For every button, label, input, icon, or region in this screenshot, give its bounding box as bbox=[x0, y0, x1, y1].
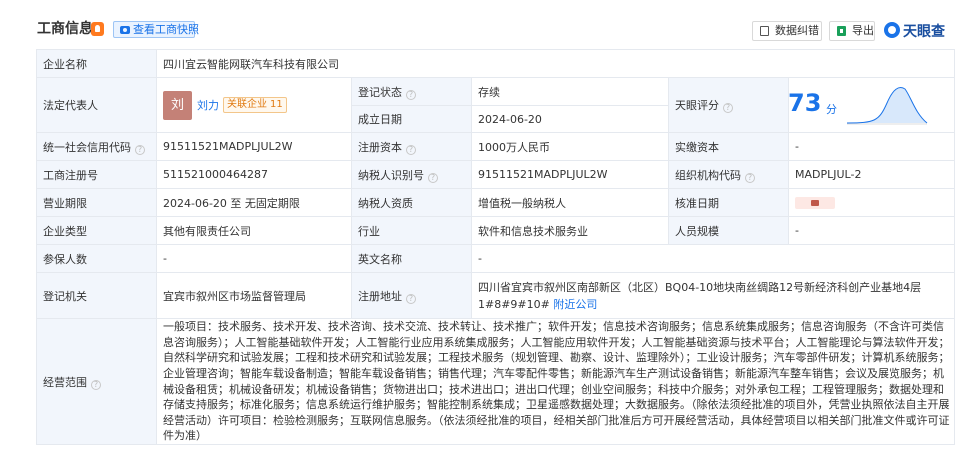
distribution-area bbox=[847, 87, 927, 123]
export-label: 导出 bbox=[852, 24, 874, 37]
correction-icon bbox=[760, 26, 769, 36]
view-snapshot-label: 查看工商快照 bbox=[133, 23, 199, 36]
org-code-key: 组织机构代码? bbox=[668, 160, 789, 189]
reg-address-label: 注册地址 bbox=[358, 289, 402, 303]
founded-key: 成立日期 bbox=[351, 105, 472, 133]
reg-capital-value: 1000万人民币 bbox=[471, 132, 669, 161]
industry-value: 软件和信息技术服务业 bbox=[471, 216, 669, 245]
company-name-key: 企业名称 bbox=[36, 49, 157, 78]
help-icon[interactable]: ? bbox=[406, 89, 416, 100]
reg-address-text: 四川省宜宾市叙州区南部新区（北区）BQ04-10地块南丝绸路12号新经济科创产业… bbox=[478, 280, 922, 311]
table-row: 统一社会信用代码? 91511521MADPLJUL2W 注册资本? 1000万… bbox=[36, 132, 956, 161]
reg-capital-key: 注册资本? bbox=[351, 132, 472, 161]
data-correction-label: 数据纠错 bbox=[775, 24, 819, 37]
score-unit: 分 bbox=[826, 102, 837, 116]
insured-value: - bbox=[156, 244, 352, 273]
biz-scope-value: 一般项目：技术服务、技术开发、技术咨询、技术交流、技术转让、技术推广；软件开发；… bbox=[155, 318, 956, 445]
section-title: 工商信息 bbox=[37, 21, 93, 37]
staff-size-key: 人员规模 bbox=[668, 216, 789, 245]
approval-date-key: 核准日期 bbox=[668, 188, 789, 217]
score-distribution-chart bbox=[846, 86, 928, 124]
related-companies-label: 关联企业 bbox=[227, 99, 267, 110]
taxpayer-id-value: 91511521MADPLJUL2W bbox=[471, 160, 669, 189]
english-name-value: - bbox=[470, 244, 956, 273]
help-icon[interactable]: ? bbox=[723, 103, 733, 113]
data-correction-button[interactable]: 数据纠错 bbox=[752, 21, 822, 41]
founded-value: 2024-06-20 bbox=[471, 105, 669, 133]
help-icon[interactable]: ? bbox=[428, 172, 438, 183]
company-type-key: 企业类型 bbox=[36, 216, 157, 245]
tianyan-score-cell[interactable]: 73 分 bbox=[787, 77, 956, 133]
industry-key: 行业 bbox=[351, 216, 472, 245]
approval-date-value[interactable] bbox=[787, 188, 956, 217]
section-header: 工商信息 查看工商快照 数据纠错 导出 天眼查 bbox=[0, 0, 961, 48]
biz-scope-label: 经营范围 bbox=[43, 375, 87, 389]
legal-rep-name-link[interactable]: 刘力 bbox=[197, 99, 219, 112]
reg-capital-label: 注册资本 bbox=[358, 140, 402, 154]
related-companies-tag[interactable]: 关联企业 11 bbox=[223, 97, 287, 113]
export-button[interactable]: 导出 bbox=[829, 21, 875, 41]
table-row: 企业类型 其他有限责任公司 行业 软件和信息技术服务业 人员规模 - bbox=[36, 216, 956, 245]
help-icon[interactable]: ? bbox=[135, 144, 145, 155]
reg-address-value: 四川省宜宾市叙州区南部新区（北区）BQ04-10地块南丝绸路12号新经济科创产业… bbox=[470, 272, 956, 319]
tianyan-score-label: 天眼评分 bbox=[675, 99, 719, 112]
taxpayer-qual-value: 增值税一般纳税人 bbox=[471, 188, 669, 217]
avatar[interactable]: 刘 bbox=[163, 90, 192, 120]
company-type-value: 其他有限责任公司 bbox=[156, 216, 352, 245]
business-info-table: 企业名称 四川宜云智能网联汽车科技有限公司 法定代表人 刘刘力 关联企业 11 登记… bbox=[36, 49, 956, 445]
taxpayer-id-key: 纳税人识别号? bbox=[351, 160, 472, 189]
help-icon[interactable]: ? bbox=[91, 379, 101, 390]
help-icon[interactable]: ? bbox=[406, 144, 416, 155]
view-snapshot-button[interactable]: 查看工商快照 bbox=[113, 21, 199, 38]
reg-authority-key: 登记机关 bbox=[36, 272, 157, 319]
insured-key: 参保人数 bbox=[36, 244, 157, 273]
taxpayer-id-label: 纳税人识别号 bbox=[358, 168, 424, 182]
legal-rep-key: 法定代表人 bbox=[36, 77, 157, 133]
english-name-key: 英文名称 bbox=[351, 244, 472, 273]
credit-code-key: 统一社会信用代码? bbox=[36, 132, 157, 161]
table-row: 参保人数 - 英文名称 - bbox=[36, 244, 956, 273]
related-companies-count: 11 bbox=[270, 99, 283, 110]
table-row: 工商注册号 511521000464287 纳税人识别号? 91511521MA… bbox=[36, 160, 956, 189]
staff-size-value: - bbox=[787, 216, 956, 245]
org-code-label: 组织机构代码 bbox=[675, 168, 741, 182]
table-row: 企业名称 四川宜云智能网联汽车科技有限公司 bbox=[36, 49, 956, 78]
tianyan-score-key: 天眼评分? bbox=[668, 77, 789, 133]
biz-scope-key: 经营范围? bbox=[36, 318, 157, 445]
reg-status-key: 登记状态? bbox=[351, 77, 472, 106]
score-value: 73 bbox=[788, 88, 822, 117]
biz-reg-no-value: 511521000464287 bbox=[156, 160, 352, 189]
biz-term-key: 营业期限 bbox=[36, 188, 157, 217]
camera-icon bbox=[120, 26, 130, 34]
brand-label: 天眼查 bbox=[903, 24, 945, 40]
tianyancha-logo[interactable]: 天眼查 bbox=[884, 20, 954, 40]
table-row: 登记机关 宜宾市叙州区市场监督管理局 注册地址? 四川省宜宾市叙州区南部新区（北… bbox=[36, 272, 956, 319]
credit-code-label: 统一社会信用代码 bbox=[43, 140, 131, 154]
tianyancha-logo-icon bbox=[884, 22, 900, 38]
reg-address-key: 注册地址? bbox=[351, 272, 472, 319]
reg-authority-value: 宜宾市叙州区市场监督管理局 bbox=[156, 272, 352, 319]
flame-badge-icon bbox=[91, 22, 104, 36]
table-row: 法定代表人 刘刘力 关联企业 11 登记状态? 存续 天眼评分? 73 分 bbox=[36, 77, 956, 133]
biz-term-value: 2024-06-20 至 无固定期限 bbox=[156, 188, 352, 217]
reg-status-value: 存续 bbox=[471, 77, 669, 106]
company-name-value: 四川宜云智能网联汽车科技有限公司 bbox=[155, 49, 956, 78]
paid-capital-value: - bbox=[787, 132, 956, 161]
paid-capital-key: 实缴资本 bbox=[668, 132, 789, 161]
table-row: 营业期限 2024-06-20 至 无固定期限 纳税人资质 增值税一般纳税人 核… bbox=[36, 188, 956, 217]
help-icon[interactable]: ? bbox=[406, 293, 416, 304]
nearby-companies-link[interactable]: 附近公司 bbox=[553, 298, 597, 311]
lock-icon[interactable] bbox=[795, 197, 835, 209]
taxpayer-qual-key: 纳税人资质 bbox=[351, 188, 472, 217]
reg-status-label: 登记状态 bbox=[358, 85, 402, 99]
biz-reg-no-key: 工商注册号 bbox=[36, 160, 157, 189]
legal-rep-cell: 刘刘力 关联企业 11 bbox=[156, 77, 352, 133]
excel-export-icon bbox=[837, 26, 846, 36]
credit-code-value: 91511521MADPLJUL2W bbox=[156, 132, 352, 161]
help-icon[interactable]: ? bbox=[745, 172, 755, 183]
table-row: 经营范围? 一般项目：技术服务、技术开发、技术咨询、技术交流、技术转让、技术推广… bbox=[36, 318, 956, 445]
org-code-value: MADPLJUL-2 bbox=[787, 160, 956, 189]
